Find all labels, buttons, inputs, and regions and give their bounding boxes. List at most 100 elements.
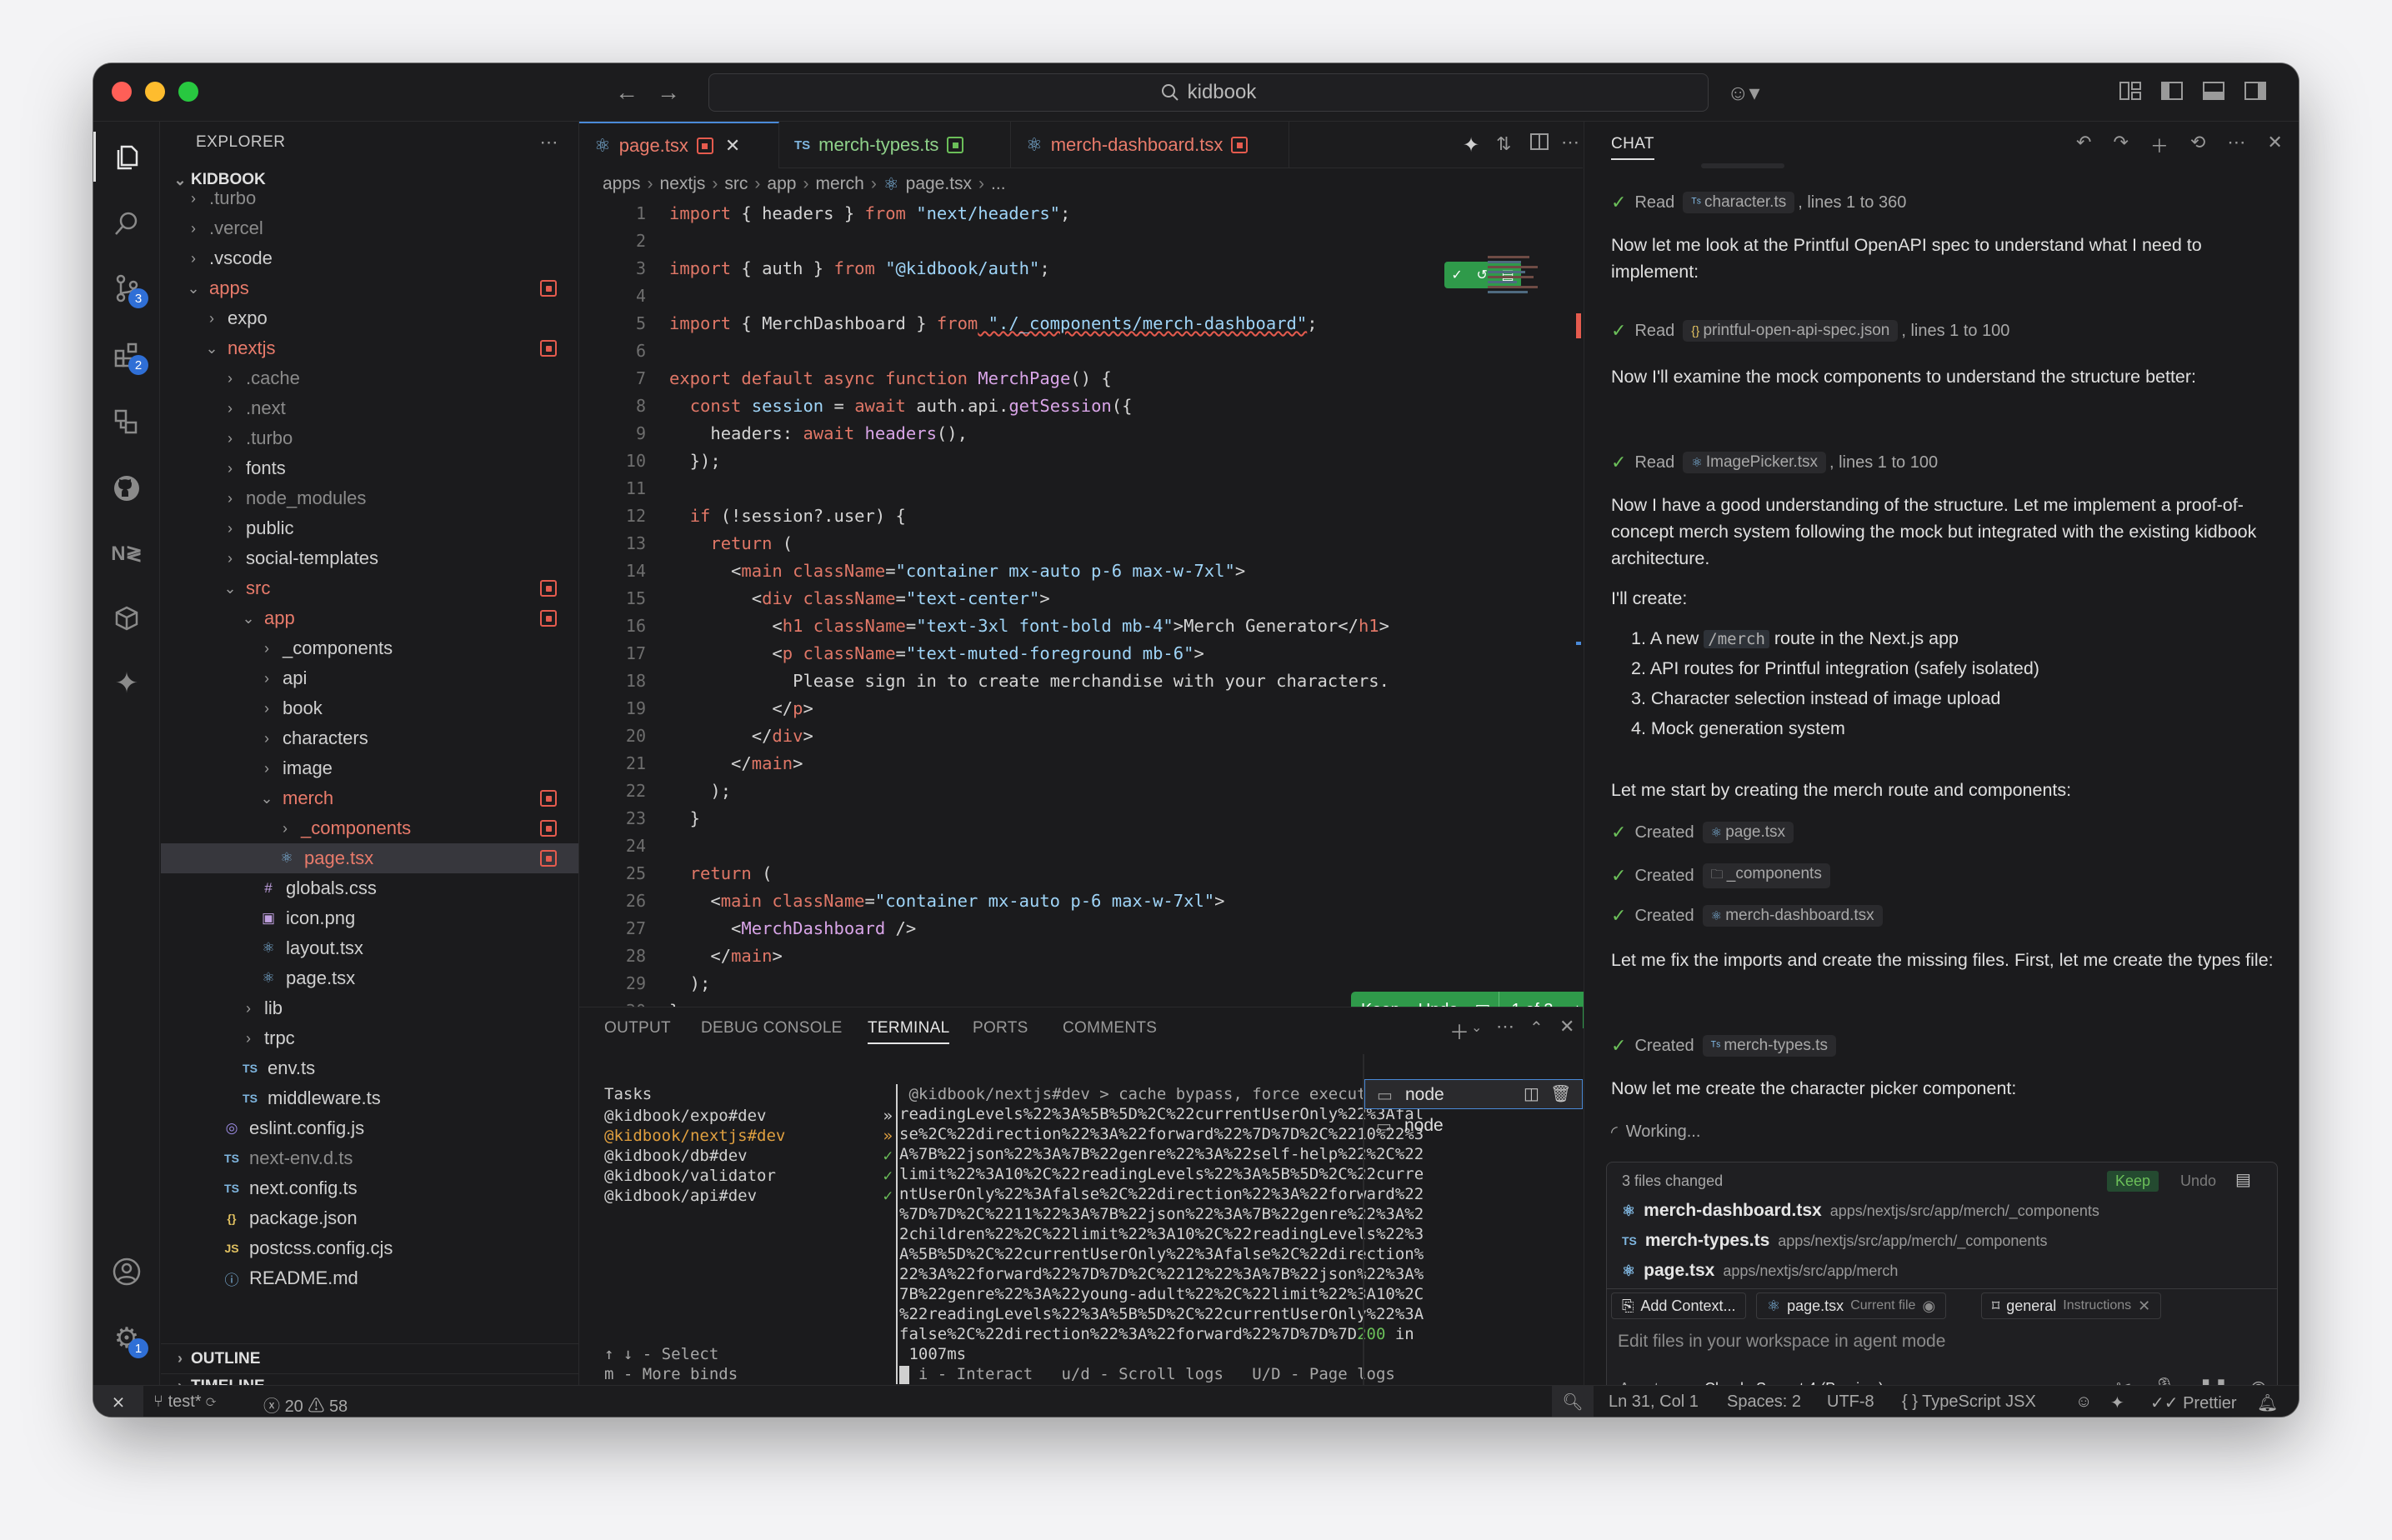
accept-check-icon[interactable]: ✓ (1451, 267, 1462, 283)
folder-item[interactable]: › characters (161, 723, 578, 753)
minimap[interactable] (1488, 253, 1554, 328)
task-item[interactable]: @kidbook/expo#dev » (604, 1106, 896, 1126)
back-arrow-icon[interactable]: ← (615, 80, 638, 105)
revert-icon[interactable]: ↺ (1476, 267, 1487, 283)
file-item[interactable]: ⚛ page.tsx (161, 963, 578, 993)
folder-item[interactable]: › .cache (161, 363, 578, 393)
file-item[interactable]: TS middleware.ts (161, 1083, 578, 1113)
folder-item[interactable]: ⌄ app (161, 603, 578, 633)
copilot-status-icon[interactable]: ☺︎ (2075, 1392, 2092, 1412)
file-item[interactable]: TS env.ts (161, 1053, 578, 1083)
github-icon[interactable] (93, 463, 160, 513)
search-view-icon[interactable] (93, 198, 160, 248)
task-item[interactable]: @kidbook/api#dev ✓ (604, 1186, 896, 1206)
breadcrumb-item[interactable]: nextjs (660, 174, 706, 194)
terminal-tab-active[interactable]: ▭ node ◫ 🗑︎ (1364, 1079, 1583, 1109)
file-item[interactable]: ⚛ page.tsx (161, 843, 578, 873)
folder-item[interactable]: › fonts (161, 453, 578, 483)
chevron-down-icon[interactable]: ⌄ (1471, 1019, 1482, 1036)
file-item[interactable]: ⚛ layout.tsx (161, 933, 578, 963)
file-item[interactable]: TS next.config.ts (161, 1173, 578, 1203)
folder-item[interactable]: › .turbo (161, 423, 578, 453)
undo-all-button[interactable]: Undo (2172, 1171, 2224, 1192)
tab-merch-types-ts[interactable]: TS merch-types.ts (779, 122, 1011, 168)
account-icon[interactable] (93, 1247, 160, 1297)
breadcrumb-item[interactable]: app (767, 174, 796, 194)
close-tab-icon[interactable]: ✕ (725, 135, 740, 157)
close-window-button[interactable] (112, 82, 132, 102)
folder-item[interactable]: ⌄ nextjs (161, 333, 578, 363)
breadcrumb-item[interactable]: ... (991, 174, 1006, 194)
customize-layout-icon[interactable] (2119, 80, 2142, 107)
folder-item[interactable]: › .next (161, 393, 578, 423)
file-chip[interactable]: ᵀˢ merch-types.ts (1702, 1035, 1836, 1057)
breadcrumb-item[interactable]: page.tsx (906, 174, 972, 194)
manage-gear-icon[interactable]: ⚙ 1 (93, 1313, 160, 1363)
split-terminal-icon[interactable]: ◫ (1524, 1083, 1539, 1104)
folder-item[interactable]: › image (161, 753, 578, 783)
changed-file-row[interactable]: TS merch-types.ts apps/nextjs/src/app/merc… (1622, 1231, 2047, 1251)
copilot-sparkle-icon[interactable]: ✦ (93, 658, 160, 708)
new-terminal-icon[interactable]: ＋ (1449, 1016, 1469, 1045)
task-item[interactable]: @kidbook/validator ✓ (604, 1166, 896, 1186)
review-diff-icon[interactable]: ▤ (2235, 1169, 2251, 1190)
cursor-position[interactable]: Ln 31, Col 1 (1609, 1392, 1699, 1412)
notifications-icon[interactable]: 🔔︎ (2257, 1392, 2278, 1413)
add-context-button[interactable]: ⎘ Add Context... (1611, 1292, 1747, 1319)
tab-merch-dashboard-tsx[interactable]: ⚛ merch-dashboard.tsx (1011, 122, 1289, 168)
folder-item[interactable]: › expo (161, 303, 578, 333)
copilot-edit-icon[interactable]: ✦ (1463, 133, 1479, 158)
new-chat-icon[interactable]: ＋ (2150, 132, 2169, 158)
file-item[interactable]: ▣ icon.png (161, 903, 578, 933)
split-editor-icon[interactable] (1529, 132, 1549, 156)
folder-item[interactable]: › social-templates (161, 543, 578, 573)
close-chat-icon[interactable]: ✕ (2267, 132, 2282, 158)
keep-all-button[interactable]: Keep (2107, 1171, 2159, 1192)
tab-page-tsx[interactable]: ⚛ page.tsx ✕ (579, 122, 779, 168)
nx-console-icon[interactable]: N≷ (93, 528, 160, 578)
more-actions-icon[interactable]: ⋯ (540, 132, 559, 153)
file-item[interactable]: JS postcss.config.cjs (161, 1233, 578, 1263)
sparkle-status-icon[interactable]: ✦ (2110, 1392, 2124, 1413)
zoom-icon[interactable]: 🔍︎ (1552, 1386, 1594, 1417)
prettier-status[interactable]: ✓✓ Prettier (2150, 1392, 2237, 1413)
language-mode[interactable]: { } TypeScript JSX (1902, 1392, 2036, 1412)
maximize-panel-icon[interactable]: ⌃ (1529, 1018, 1544, 1038)
file-item[interactable]: {} package.json (161, 1203, 578, 1233)
close-panel-icon[interactable]: ✕ (1559, 1016, 1574, 1038)
panel-tab-output[interactable]: OUTPUT (604, 1019, 671, 1038)
folder-item[interactable]: › trpc (161, 1023, 578, 1053)
problems-indicator[interactable]: ⓧ 20 ⚠ 58 (263, 1392, 348, 1417)
file-item[interactable]: ◎ eslint.config.js (161, 1113, 578, 1143)
folder-item[interactable]: › .vercel (161, 213, 578, 243)
forward-arrow-icon[interactable]: → (657, 80, 680, 105)
folder-item[interactable]: ⌄ src (161, 573, 578, 603)
changed-file-row[interactable]: ⚛ merch-dashboard.tsx apps/nextjs/src/app/… (1622, 1201, 2099, 1221)
redo-icon[interactable]: ↷ (2113, 132, 2128, 158)
toggle-panel-icon[interactable] (2202, 80, 2225, 107)
compare-changes-icon[interactable]: ⇅ (1496, 133, 1511, 155)
folder-item[interactable]: › _components (161, 633, 578, 663)
file-chip[interactable]: ᵀˢ character.ts (1683, 192, 1795, 213)
folder-item[interactable]: › node_modules (161, 483, 578, 513)
folder-item[interactable]: › book (161, 693, 578, 723)
chat-more-icon[interactable]: ⋯ (2227, 132, 2245, 158)
indentation[interactable]: Spaces: 2 (1727, 1392, 1801, 1412)
file-chip[interactable]: ⚛ page.tsx (1702, 822, 1794, 843)
breadcrumb-item[interactable]: merch (815, 174, 863, 194)
trash-icon[interactable]: 🗑︎ (1550, 1083, 1571, 1104)
panel-tab-debug-console[interactable]: DEBUG CONSOLE (701, 1019, 843, 1038)
task-item[interactable]: @kidbook/db#dev ✓ (604, 1146, 896, 1166)
minimize-window-button[interactable] (145, 82, 165, 102)
toggle-secondary-sidebar-icon[interactable] (2244, 80, 2267, 107)
context-chip-current-file[interactable]: ⚛ page.tsx Current file ◉ (1756, 1292, 1947, 1319)
command-center-search[interactable]: kidbook (708, 73, 1709, 112)
folder-item[interactable]: › api (161, 663, 578, 693)
extensions-icon[interactable]: 2 (93, 330, 160, 380)
workspace-root[interactable]: ⌄ KIDBOOK (161, 165, 578, 195)
history-icon[interactable]: ⟲ (2190, 132, 2205, 158)
file-chip[interactable]: ⚛ merch-dashboard.tsx (1702, 905, 1883, 927)
encoding[interactable]: UTF-8 (1827, 1392, 1874, 1412)
maximize-window-button[interactable] (178, 82, 198, 102)
file-chip[interactable]: 🗀︎ _components (1702, 863, 1830, 888)
